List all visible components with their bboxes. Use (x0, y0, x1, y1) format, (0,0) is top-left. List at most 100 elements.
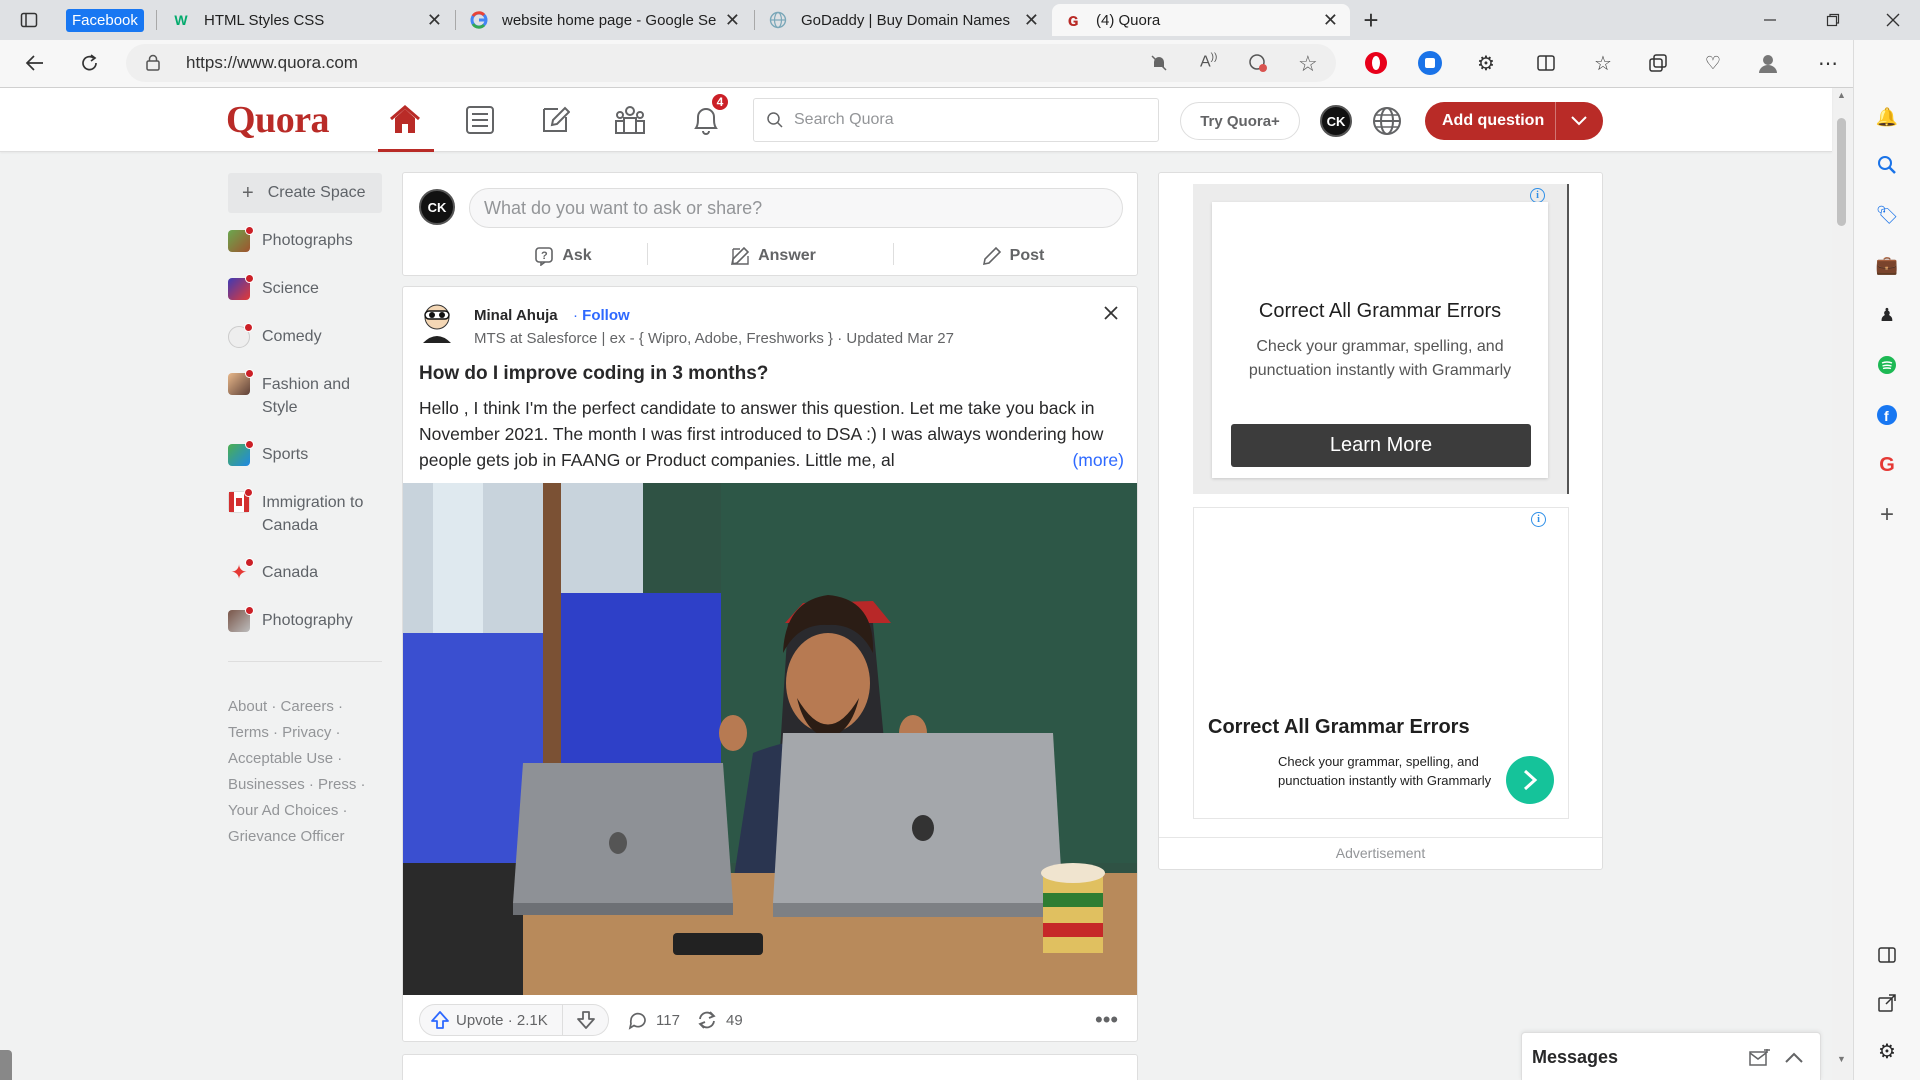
page-scrollbar[interactable]: ▲ ▼ (1832, 88, 1852, 1080)
ad-info-icon[interactable]: i (1531, 512, 1546, 527)
answer-photo[interactable] (403, 483, 1137, 995)
sidebar-item-photographs[interactable]: Photographs (228, 219, 378, 263)
ask-button[interactable]: ? Ask (493, 241, 633, 271)
extension-blue-icon[interactable] (1417, 50, 1443, 76)
sidebar-item-comedy[interactable]: Comedy (228, 315, 378, 359)
author-name[interactable]: Minal Ahuja (474, 307, 558, 324)
more-menu-icon[interactable]: ⋯ (1815, 50, 1841, 76)
scroll-thumb[interactable] (1837, 118, 1846, 226)
ad-unit-2[interactable]: i Correct All Grammar Errors Check your … (1193, 507, 1569, 819)
tab-html-styles[interactable]: W HTML Styles CSS ✕ (160, 4, 454, 36)
notifications-blocked-icon[interactable] (1150, 54, 1168, 77)
close-tab-icon[interactable]: ✕ (427, 10, 442, 31)
favorite-star-icon[interactable]: ☆ (1298, 51, 1318, 77)
read-aloud-icon[interactable]: A)) (1200, 52, 1217, 71)
games-icon[interactable]: ♟ (1874, 302, 1900, 328)
ad-1-box[interactable]: Correct All Grammar Errors Check your gr… (1212, 202, 1548, 478)
question-title[interactable]: How do I improve coding in 3 months? (419, 363, 768, 385)
user-avatar[interactable]: CK (1320, 105, 1352, 137)
close-tab-icon[interactable]: ✕ (725, 10, 740, 31)
ad-info-icon[interactable]: i (1530, 188, 1545, 203)
answer-excerpt-container[interactable]: Hello , I think I'm the perfect candidat… (419, 395, 1124, 473)
language-globe-icon[interactable] (1372, 106, 1402, 141)
back-icon[interactable] (22, 50, 48, 76)
tab-godaddy[interactable]: GoDaddy | Buy Domain Names ✕ (757, 4, 1051, 36)
add-question-button[interactable]: Add question (1425, 102, 1603, 140)
tab-google-search[interactable]: website home page - Google Se ✕ (458, 4, 752, 36)
split-screen-icon[interactable] (1533, 50, 1559, 76)
facebook-icon[interactable]: f (1874, 402, 1900, 428)
profile-icon[interactable] (1755, 50, 1781, 76)
home-icon[interactable] (387, 102, 423, 138)
extensions-icon[interactable]: ⚙ (1473, 50, 1499, 76)
follow-link[interactable]: · Follow (573, 307, 630, 324)
close-window-icon[interactable] (1880, 7, 1906, 33)
sidebar-item-canada[interactable]: ✦ Canada (228, 551, 378, 595)
tracking-prevention-icon[interactable] (1248, 53, 1268, 78)
more-link[interactable]: (more) (1050, 447, 1124, 473)
shopping-tag-icon[interactable]: 🏷 (1874, 202, 1900, 228)
new-message-icon[interactable] (1749, 1047, 1771, 1072)
chevron-up-icon[interactable] (1785, 1051, 1803, 1069)
sidebar-item-sports[interactable]: Sports (228, 433, 378, 477)
tab-actions-icon[interactable] (16, 7, 42, 33)
footer-links-line[interactable]: Your Ad Choices · (228, 798, 348, 824)
tab-quora[interactable]: ɢ (4) Quora ✕ (1052, 4, 1350, 36)
footer-links-line[interactable]: Acceptable Use · (228, 746, 342, 772)
tab-facebook[interactable]: Facebook (66, 4, 150, 36)
add-sidebar-app-icon[interactable]: + (1874, 501, 1900, 528)
search-input[interactable]: Search Quora (753, 98, 1159, 142)
try-quora-plus-button[interactable]: Try Quora+ (1180, 102, 1300, 140)
footer-links-line[interactable]: Grievance Officer (228, 824, 344, 850)
share-button[interactable]: 49 (696, 1004, 756, 1036)
scroll-down-arrow[interactable]: ▼ (1837, 1054, 1846, 1064)
sidebar-item-immigration-to-canada[interactable]: Immigration to Canada (228, 481, 378, 541)
restore-icon[interactable] (1820, 7, 1846, 33)
chevron-down-icon[interactable] (1571, 116, 1587, 126)
favorites-icon[interactable]: ☆ (1590, 50, 1616, 76)
spaces-icon[interactable] (612, 102, 648, 138)
messages-dock[interactable]: Messages (1521, 1032, 1821, 1080)
browser-essentials-icon[interactable]: ♡ (1700, 50, 1726, 76)
close-tab-icon[interactable]: ✕ (1323, 10, 1338, 31)
sidebar-item-science[interactable]: Science (228, 267, 378, 311)
quora-logo[interactable]: Quora (226, 98, 330, 142)
scroll-up-arrow[interactable]: ▲ (1837, 90, 1846, 100)
ad-unit-1[interactable]: i Correct All Grammar Errors Check your … (1193, 184, 1569, 494)
close-tab-icon[interactable]: ✕ (1024, 10, 1039, 31)
answer-button[interactable]: Answer (703, 241, 843, 271)
tools-briefcase-icon[interactable]: 💼 (1874, 252, 1900, 278)
address-bar[interactable]: https://www.quora.com A)) ☆ (126, 44, 1336, 82)
bell-icon[interactable]: 🔔 (1874, 104, 1900, 130)
learn-more-button[interactable]: Learn More (1231, 424, 1531, 467)
refresh-icon[interactable] (77, 50, 103, 76)
comments-button[interactable]: 117 (628, 1004, 688, 1036)
ad-2-next-button[interactable] (1506, 756, 1554, 804)
opera-extension-icon[interactable] (1363, 50, 1389, 76)
search-icon[interactable] (1874, 152, 1900, 178)
footer-links-line[interactable]: About · Careers · (228, 694, 343, 720)
quora-sidebar-icon[interactable]: G (1874, 452, 1900, 478)
spotify-icon[interactable] (1874, 352, 1900, 378)
downvote-button[interactable] (563, 1004, 609, 1036)
lock-icon[interactable] (146, 54, 160, 76)
external-link-icon[interactable] (1874, 990, 1900, 1016)
ask-input[interactable]: What do you want to ask or share? (469, 188, 1123, 228)
create-space-button[interactable]: + Create Space (228, 173, 382, 213)
answer-edit-icon[interactable] (537, 102, 573, 138)
upvote-button[interactable]: Upvote · 2.1K (419, 1004, 563, 1036)
new-tab-button[interactable]: + (1358, 5, 1384, 35)
collections-icon[interactable] (1645, 50, 1671, 76)
sidebar-item-fashion-and-style[interactable]: Fashion and Style (228, 363, 378, 423)
author-avatar[interactable] (419, 303, 455, 343)
footer-links-line[interactable]: Businesses · Press · (228, 772, 366, 798)
settings-gear-icon[interactable]: ⚙ (1874, 1038, 1900, 1064)
footer-links-line[interactable]: Terms · Privacy · (228, 720, 341, 746)
sidebar-item-photography[interactable]: Photography (228, 599, 378, 643)
sidebar-layout-icon[interactable] (1874, 942, 1900, 968)
post-button[interactable]: Post (943, 241, 1083, 271)
more-options-icon[interactable]: ••• (1095, 1004, 1118, 1036)
composer-avatar[interactable]: CK (419, 189, 455, 225)
minimize-icon[interactable] (1757, 7, 1783, 33)
following-feed-icon[interactable] (462, 102, 498, 138)
